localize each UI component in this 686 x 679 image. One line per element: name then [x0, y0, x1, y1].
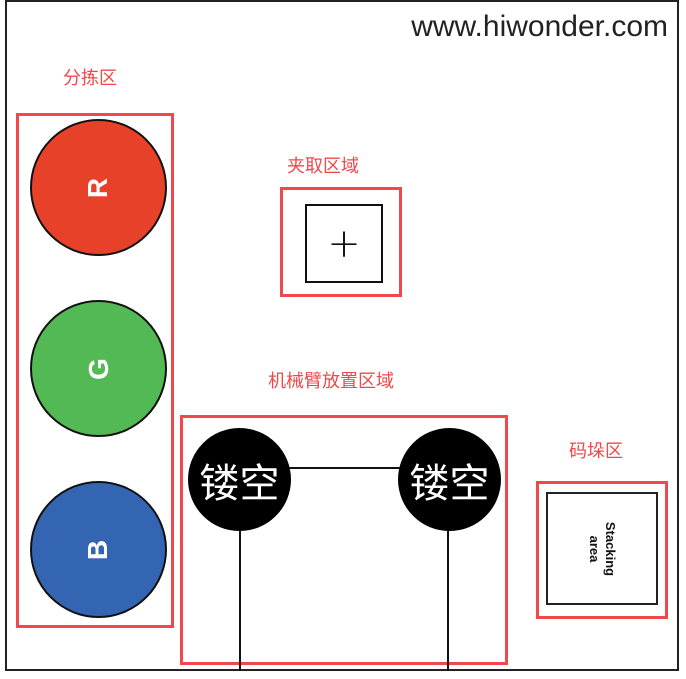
- stacking-zone-label: 码垛区: [569, 441, 623, 462]
- blue-circle: B: [30, 481, 167, 618]
- blue-circle-letter: B: [82, 539, 114, 560]
- stacking-area-square: Stacking area: [546, 492, 658, 605]
- connector-line-left: [239, 520, 241, 671]
- green-circle-letter: G: [82, 357, 114, 380]
- sorting-zone-label: 分拣区: [63, 68, 117, 89]
- hollow-left: 镂空: [188, 428, 291, 531]
- gripping-target-square: +: [305, 204, 383, 283]
- watermark-text: www.hiwonder.com: [411, 10, 668, 43]
- red-circle: R: [30, 119, 167, 256]
- green-circle: G: [30, 300, 167, 437]
- stacking-text-line2: area: [587, 535, 602, 562]
- hollow-right-text: 镂空: [409, 460, 490, 507]
- connector-line-right: [447, 520, 449, 671]
- stacking-area-text: Stacking area: [586, 521, 618, 575]
- crosshair-icon: +: [327, 220, 361, 267]
- gripping-zone-label: 夹取区域: [287, 156, 359, 177]
- red-circle-letter: R: [82, 177, 114, 198]
- hollow-left-text: 镂空: [199, 460, 280, 507]
- stacking-text-line1: Stacking: [603, 521, 618, 576]
- hollow-right: 镂空: [398, 428, 501, 531]
- arm-zone-label: 机械臂放置区域: [268, 371, 394, 392]
